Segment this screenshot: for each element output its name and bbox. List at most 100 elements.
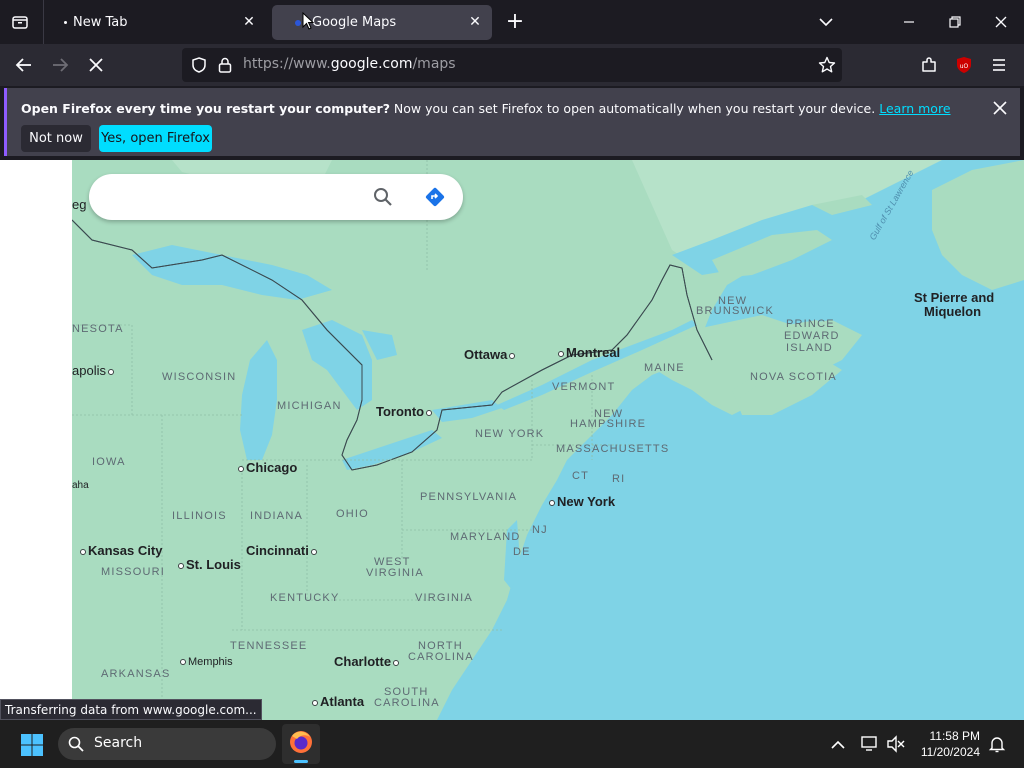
close-notification-icon[interactable] <box>992 100 1008 116</box>
map-label-city: Chicago <box>238 460 297 475</box>
map-label-state: TENNESSEE <box>230 640 308 652</box>
search-icon <box>68 736 84 752</box>
map-label-state: ARKANSAS <box>101 668 171 680</box>
map-label-city: Cincinnati <box>246 543 317 558</box>
map-label-place: Miquelon <box>924 304 982 319</box>
map-label-state: DE <box>513 546 531 558</box>
map-label-city: Memphis <box>180 656 233 668</box>
mouse-cursor-icon <box>302 11 315 30</box>
system-clock[interactable]: 11:58 PM 11/20/2024 <box>921 728 980 760</box>
navigation-toolbar: https://www.google.com/maps uO <box>0 44 1024 86</box>
map-label-state: OHIO <box>336 508 369 520</box>
directions-icon[interactable] <box>424 186 446 208</box>
map-label-place: St Pierre and <box>914 290 995 305</box>
notification-title: Open Firefox every time you restart your… <box>21 101 390 116</box>
map-label-city: New York <box>549 494 615 509</box>
windows-start-icon[interactable] <box>20 733 44 757</box>
map-label-province: BRUNSWICK <box>696 305 775 317</box>
map-label-state: NEW YORK <box>475 428 545 440</box>
tab-label: Google Maps <box>312 15 397 30</box>
extensions-icon[interactable] <box>919 55 939 75</box>
map-label-city: aha <box>72 480 89 491</box>
map-label-city: eg <box>72 197 87 212</box>
map-label-state: NJ <box>532 524 548 536</box>
map-label-state: NESOTA <box>72 323 124 335</box>
map-label-state: VIRGINIA <box>366 567 424 579</box>
bookmark-star-icon[interactable] <box>818 56 836 74</box>
notification-text: Now you can set Firefox to open automati… <box>389 101 876 116</box>
notification-bar: Open Firefox every time you restart your… <box>4 88 1020 156</box>
firefox-taskbar-icon[interactable] <box>282 724 320 764</box>
map-label-state: CT <box>572 470 590 482</box>
map-label-city: Ottawa <box>464 347 516 362</box>
list-all-tabs-icon[interactable] <box>814 10 838 34</box>
chevron-up-icon[interactable] <box>830 737 846 751</box>
status-bar: Transferring data from www.google.com... <box>0 699 262 720</box>
map-label-state: MARYLAND <box>450 531 521 543</box>
clock-time: 11:58 PM <box>929 729 980 743</box>
url-text: https://www.google.com/maps <box>243 56 456 72</box>
close-window-icon[interactable] <box>989 10 1013 34</box>
taskbar: Search 11:58 PM 11/20/2024 <box>0 720 1024 768</box>
map-label-state: PENNSYLVANIA <box>420 491 518 503</box>
map-label-province: ISLAND <box>786 342 833 354</box>
menu-hamburger-icon[interactable] <box>990 56 1008 74</box>
svg-text:uO: uO <box>960 63 969 70</box>
minimize-icon[interactable] <box>897 10 921 34</box>
tab-bar: New Tab ✕ Google Maps ✕ + <box>0 0 1024 44</box>
url-bar[interactable]: https://www.google.com/maps <box>182 48 842 82</box>
new-tab-icon[interactable]: + <box>505 11 525 33</box>
map-label-state: MISSOURI <box>101 566 165 578</box>
tab-new-tab[interactable]: New Tab ✕ <box>50 5 266 40</box>
ublock-origin-icon[interactable]: uO <box>956 56 972 74</box>
map-label-city: Toronto <box>376 404 433 419</box>
page-content: Gulf of St Lawrence St Pierre and Miquel… <box>0 160 1024 720</box>
map-label-city: St. Louis <box>178 557 241 572</box>
stop-loading-icon[interactable] <box>86 55 106 75</box>
close-tab-icon[interactable]: ✕ <box>242 15 256 29</box>
map-label-state: RI <box>612 473 626 485</box>
map-label-city: Kansas City <box>80 543 162 558</box>
taskbar-search-label: Search <box>94 735 143 751</box>
not-now-button[interactable]: Not now <box>21 125 91 152</box>
map-label-state: CAROLINA <box>374 697 440 709</box>
search-icon[interactable] <box>373 187 393 207</box>
map-label-city: apolis <box>72 363 114 378</box>
map-label-state: MICHIGAN <box>277 400 342 412</box>
map-label-state: INDIANA <box>250 510 304 522</box>
map-label-province: PRINCE <box>786 318 835 330</box>
map-label-state: MASSACHUSETTS <box>556 443 670 455</box>
map-label-state: IOWA <box>92 456 126 468</box>
map-canvas[interactable]: Gulf of St Lawrence St Pierre and Miquel… <box>71 160 1024 720</box>
map-label-state: CAROLINA <box>408 651 474 663</box>
map-label-state: VERMONT <box>552 381 616 393</box>
notification-message: Open Firefox every time you restart your… <box>21 101 951 116</box>
back-arrow-icon[interactable] <box>14 55 34 75</box>
map-label-state: WISCONSIN <box>162 371 237 383</box>
tab-list-icon[interactable] <box>10 12 30 32</box>
maps-search-box[interactable] <box>89 174 463 220</box>
restore-icon[interactable] <box>943 10 967 34</box>
learn-more-link[interactable]: Learn more <box>879 101 950 116</box>
volume-muted-icon[interactable] <box>886 735 906 753</box>
close-tab-icon[interactable]: ✕ <box>468 15 482 29</box>
lock-icon[interactable] <box>217 56 233 74</box>
map-label-state: MAINE <box>644 362 685 374</box>
taskbar-search[interactable]: Search <box>58 728 276 760</box>
shield-icon[interactable] <box>190 56 208 74</box>
clock-date: 11/20/2024 <box>920 745 980 759</box>
map-label-state: HAMPSHIRE <box>570 418 647 430</box>
map-label-province: NOVA SCOTIA <box>750 371 837 383</box>
map-label-city: Atlanta <box>312 694 364 709</box>
map-label-city: Charlotte <box>334 654 400 669</box>
map-label-state: KENTUCKY <box>270 592 340 604</box>
map-label-state: ILLINOIS <box>172 510 227 522</box>
network-icon[interactable] <box>860 735 880 753</box>
notifications-bell-icon[interactable] <box>988 735 1006 753</box>
open-firefox-button[interactable]: Yes, open Firefox <box>99 125 212 152</box>
map-label-city: Montreal <box>558 345 620 360</box>
forward-arrow-icon[interactable] <box>50 55 70 75</box>
map-label-state: VIRGINIA <box>415 592 473 604</box>
map-label-province: EDWARD <box>784 330 840 342</box>
tab-label: New Tab <box>73 15 128 30</box>
